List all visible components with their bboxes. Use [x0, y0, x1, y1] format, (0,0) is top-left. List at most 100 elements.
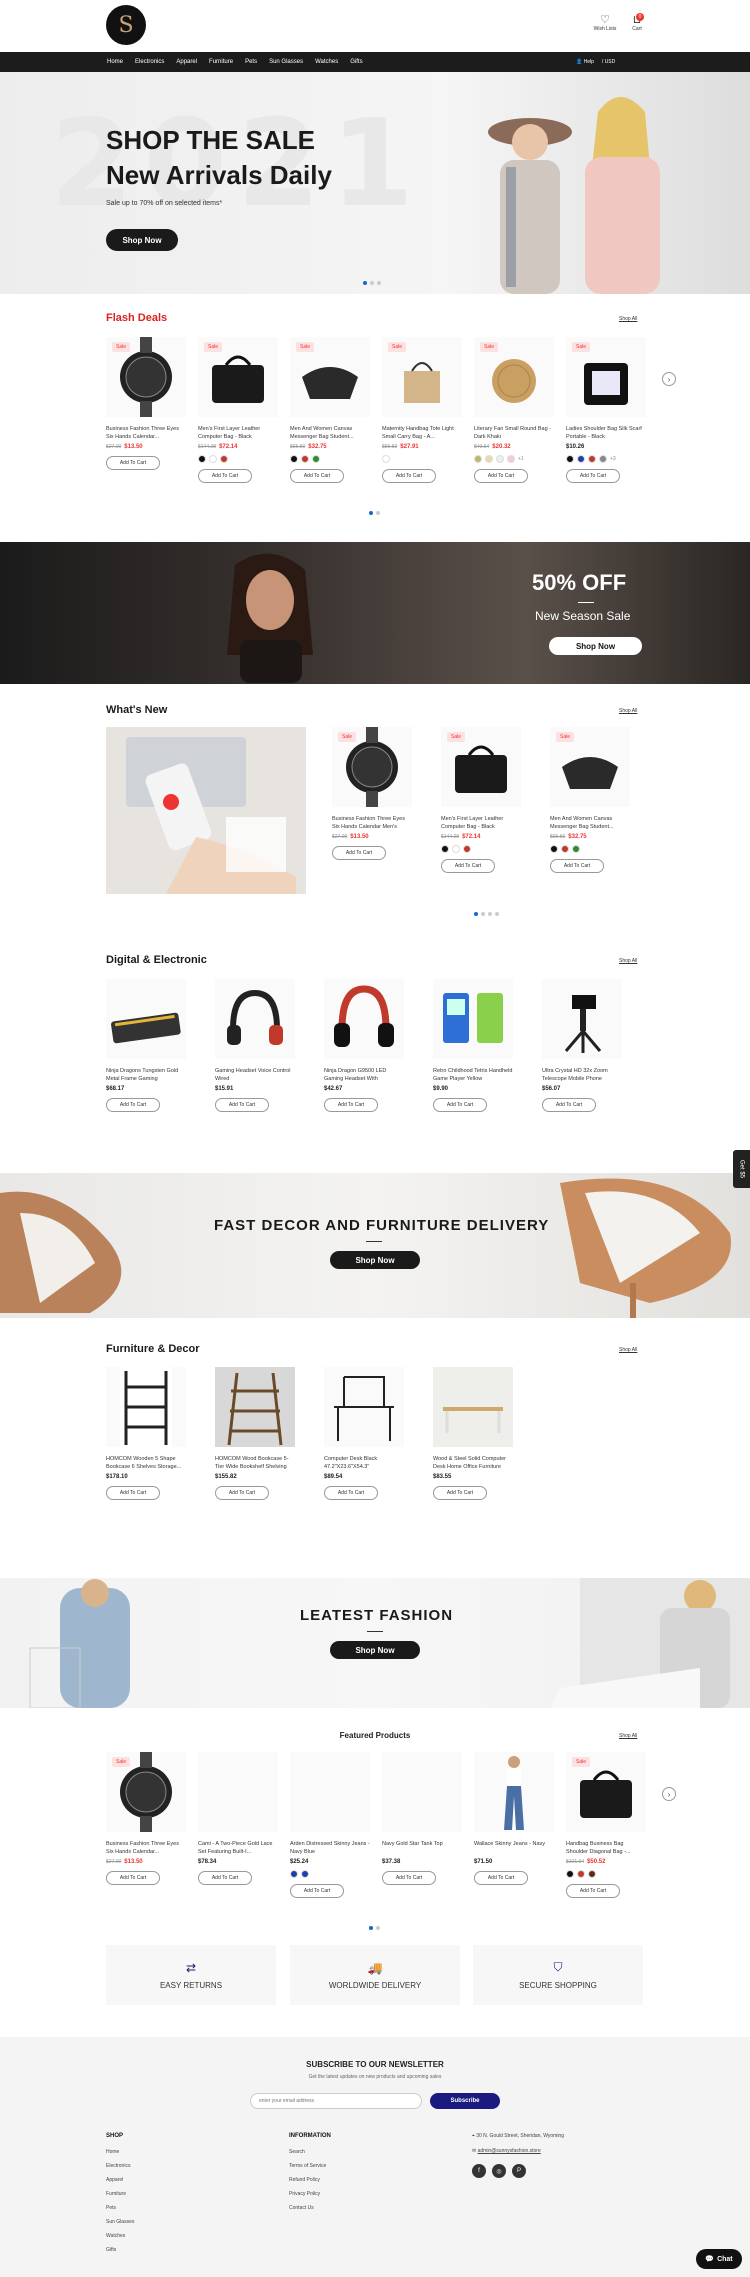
product-image-frame[interactable]: Sale — [441, 727, 521, 807]
add-to-cart-button[interactable]: Add To Cart — [433, 1486, 487, 1500]
color-swatch[interactable] — [588, 455, 596, 463]
fashion-shop-now-button[interactable]: Shop Now — [330, 1641, 420, 1659]
color-swatch[interactable] — [441, 845, 449, 853]
color-swatch[interactable] — [577, 1870, 585, 1878]
color-swatch[interactable] — [312, 455, 320, 463]
product-name[interactable]: Cami - A Two-Piece Gold Lace Set Featuri… — [198, 1840, 278, 1856]
add-to-cart-button[interactable]: Add To Cart — [215, 1486, 269, 1500]
color-swatch[interactable] — [382, 455, 390, 463]
product-image-frame[interactable]: Sale — [566, 337, 646, 417]
chat-button[interactable]: 💬 Chat — [696, 2249, 742, 2269]
product-name[interactable]: Men's First Layer Leather Computer Bag -… — [198, 425, 278, 441]
add-to-cart-button[interactable]: Add To Cart — [566, 469, 620, 483]
add-to-cart-button[interactable]: Add To Cart — [198, 1871, 252, 1885]
product-image-frame[interactable] — [433, 979, 513, 1059]
digital-shop-all-link[interactable]: Shop All — [619, 958, 637, 964]
color-swatch[interactable] — [463, 845, 471, 853]
footer-link[interactable]: Sun Glasses — [106, 2215, 134, 2229]
nav-item-watches[interactable]: Watches — [315, 59, 338, 65]
product-card[interactable]: Navy Gold Star Tank Top $37.38 Add To Cart — [382, 1752, 462, 1885]
footer-link[interactable]: Terms of Service — [289, 2159, 326, 2173]
help-link[interactable]: 👤 Help — [576, 59, 594, 65]
product-name[interactable]: Ladies Shoulder Bag Silk Scarf Portable … — [566, 425, 646, 441]
decor-shop-now-button[interactable]: Shop Now — [330, 1251, 420, 1269]
color-swatch[interactable] — [474, 455, 482, 463]
add-to-cart-button[interactable]: Add To Cart — [215, 1098, 269, 1112]
add-to-cart-button[interactable]: Add To Cart — [324, 1098, 378, 1112]
nav-item-sunglasses[interactable]: Sun Glasses — [269, 59, 303, 65]
product-name[interactable]: Retro Childhood Tetris Handheld Game Pla… — [433, 1067, 513, 1083]
color-swatch[interactable] — [485, 455, 493, 463]
nav-item-pets[interactable]: Pets — [245, 59, 257, 65]
carousel-dot[interactable] — [369, 1926, 373, 1930]
color-swatch[interactable] — [566, 1870, 574, 1878]
footer-link[interactable]: Gifts — [106, 2243, 134, 2257]
nav-item-gifts[interactable]: Gifts — [350, 59, 362, 65]
nav-item-furniture[interactable]: Furniture — [209, 59, 233, 65]
color-swatch[interactable] — [198, 455, 206, 463]
nav-item-home[interactable]: Home — [107, 59, 123, 65]
pinterest-icon[interactable]: P — [512, 2164, 526, 2178]
add-to-cart-button[interactable]: Add To Cart — [441, 859, 495, 873]
add-to-cart-button[interactable]: Add To Cart — [106, 1871, 160, 1885]
product-image-frame[interactable] — [324, 979, 404, 1059]
product-card[interactable]: Sale Men And Women Canvas Messenger Bag S… — [290, 337, 370, 483]
add-to-cart-button[interactable]: Add To Cart — [324, 1486, 378, 1500]
product-card[interactable]: Sale Men And Women Canvas Messenger Bag S… — [550, 727, 630, 873]
color-swatch[interactable] — [496, 455, 504, 463]
carousel-dot[interactable] — [369, 511, 373, 515]
product-image[interactable] — [290, 1752, 370, 1832]
product-name[interactable]: Gaming Headset Voice Control Wired — [215, 1067, 295, 1083]
color-swatch[interactable] — [290, 455, 298, 463]
subscribe-button[interactable]: Subscribe — [430, 2093, 500, 2109]
next-arrow-icon[interactable]: › — [662, 1787, 676, 1801]
add-to-cart-button[interactable]: Add To Cart — [474, 1871, 528, 1885]
product-card[interactable]: Ninja Dragon G9500 LED Gaming Headset Wi… — [324, 979, 404, 1112]
product-image-frame[interactable] — [382, 1752, 462, 1832]
product-image-frame[interactable] — [215, 979, 295, 1059]
promo-shop-now-button[interactable]: Shop Now — [549, 637, 642, 655]
footer-link[interactable]: Home — [106, 2145, 134, 2159]
product-image-frame[interactable]: Sale — [566, 1752, 646, 1832]
product-image-frame[interactable]: Sale — [290, 337, 370, 417]
product-image-frame[interactable] — [474, 1752, 554, 1832]
add-to-cart-button[interactable]: Add To Cart — [566, 1884, 620, 1898]
product-image-frame[interactable] — [324, 1367, 404, 1447]
color-swatch[interactable] — [550, 845, 558, 853]
furniture-shop-all-link[interactable]: Shop All — [619, 1347, 637, 1353]
product-image-frame[interactable]: Sale — [474, 337, 554, 417]
product-card[interactable]: Sale Business Fashion Three Eyes Six Hand… — [106, 1752, 186, 1885]
whats-new-shop-all-link[interactable]: Shop All — [619, 708, 637, 714]
carousel-dot[interactable] — [488, 912, 492, 916]
product-image-frame[interactable] — [198, 1752, 278, 1832]
product-image-frame[interactable]: Sale — [106, 337, 186, 417]
product-card[interactable]: Sale Ladies Shoulder Bag Silk Scarf Porta… — [566, 337, 646, 483]
color-swatch[interactable] — [290, 1870, 298, 1878]
product-image-frame[interactable]: Sale — [198, 337, 278, 417]
add-to-cart-button[interactable]: Add To Cart — [433, 1098, 487, 1112]
product-card[interactable]: Sale Business Fashion Three Eyes Six Hand… — [332, 727, 412, 860]
add-to-cart-button[interactable]: Add To Cart — [332, 846, 386, 860]
product-image-frame[interactable]: Sale — [550, 727, 630, 807]
carousel-dot[interactable] — [376, 1926, 380, 1930]
nav-item-electronics[interactable]: Electronics — [135, 59, 164, 65]
product-name[interactable]: Handbag Business Bag Shoulder Diagonal B… — [566, 1840, 646, 1856]
product-name[interactable]: Wallace Skinny Jeans - Navy — [474, 1840, 554, 1856]
product-card[interactable]: HOMCOM Wooden 5 Shape Bookcase 6 Shelves… — [106, 1367, 186, 1500]
more-colors[interactable]: +3 — [610, 456, 616, 462]
product-name[interactable]: Men's First Layer Leather Computer Bag -… — [441, 815, 521, 831]
product-name[interactable]: Navy Gold Star Tank Top — [382, 1840, 462, 1856]
product-name[interactable]: Literary Fan Small Round Bag - Dark Khak… — [474, 425, 554, 441]
instagram-icon[interactable]: ◎ — [492, 2164, 506, 2178]
product-image[interactable] — [324, 979, 404, 1059]
hero-shop-now-button[interactable]: Shop Now — [106, 229, 178, 251]
color-swatch[interactable] — [561, 845, 569, 853]
product-image[interactable] — [106, 979, 186, 1059]
color-swatch[interactable] — [572, 845, 580, 853]
carousel-dot[interactable] — [474, 912, 478, 916]
add-to-cart-button[interactable]: Add To Cart — [382, 1871, 436, 1885]
product-image[interactable] — [433, 979, 513, 1059]
footer-link[interactable]: Electronics — [106, 2159, 134, 2173]
color-swatch[interactable] — [220, 455, 228, 463]
footer-link[interactable]: Pets — [106, 2201, 134, 2215]
